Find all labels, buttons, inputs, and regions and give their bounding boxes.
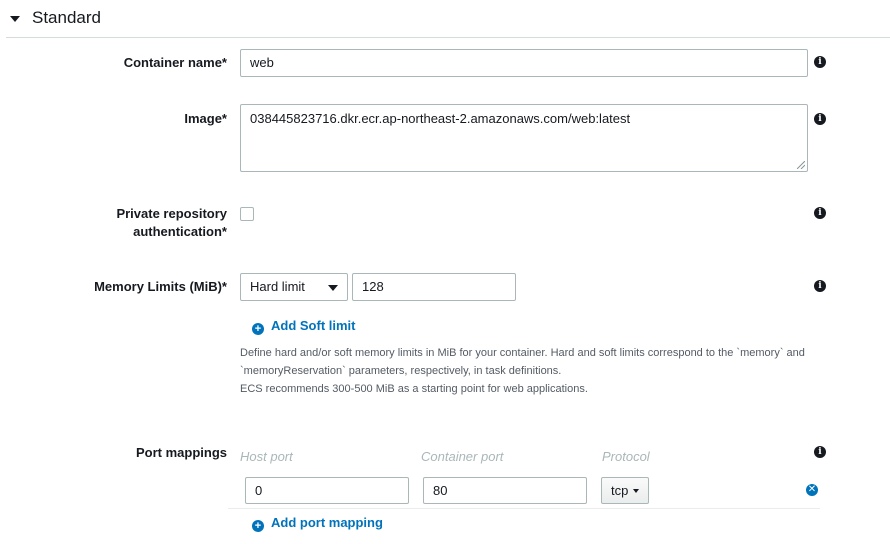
host-port-input[interactable]: 0 (245, 477, 409, 504)
container-definition-form: Standard Container name* web i Image* 03… (0, 0, 890, 544)
plus-circle-icon: + (252, 323, 264, 335)
memory-help-line2: `memoryReservation` parameters, respecti… (240, 365, 562, 377)
image-label: Image* (184, 111, 227, 126)
container-port-input[interactable]: 80 (423, 477, 587, 504)
memory-limits-label: Memory Limits (MiB)* (94, 279, 227, 294)
caret-down-icon[interactable] (10, 16, 20, 22)
memory-help-line3: ECS recommends 300-500 MiB as a starting… (240, 383, 588, 395)
add-port-mapping-button[interactable]: + Add port mapping (252, 515, 383, 532)
info-icon[interactable]: i (814, 56, 826, 68)
section-title: Standard (32, 8, 101, 27)
section-header-standard[interactable]: Standard (0, 0, 890, 38)
private-repo-label-line1: Private repository (116, 206, 227, 221)
add-soft-limit-label: Add Soft limit (271, 318, 356, 333)
container-name-label: Container name* (123, 55, 227, 70)
resize-grip-icon[interactable] (797, 161, 805, 169)
memory-help-text: Define hard and/or soft memory limits in… (240, 344, 805, 398)
add-soft-limit-button[interactable]: + Add Soft limit (252, 318, 356, 335)
plus-circle-icon: + (252, 520, 264, 532)
image-textarea[interactable]: 038445823716.dkr.ecr.ap-northeast-2.amaz… (240, 104, 808, 172)
port-mappings-label: Port mappings (135, 445, 227, 460)
add-port-mapping-label: Add port mapping (271, 515, 383, 530)
info-icon[interactable]: i (814, 446, 826, 458)
protocol-select[interactable]: tcp (601, 477, 650, 504)
protocol-value: tcp (611, 483, 629, 498)
container-name-input[interactable]: web (240, 49, 808, 77)
chevron-down-icon (633, 489, 640, 493)
memory-limit-type-select[interactable]: Hard limit (240, 273, 348, 301)
host-port-header: Host port (240, 449, 293, 464)
protocol-header: Protocol (602, 449, 650, 464)
section-divider (6, 37, 890, 38)
memory-help-line1: Define hard and/or soft memory limits in… (240, 347, 805, 359)
image-value: 038445823716.dkr.ecr.ap-northeast-2.amaz… (250, 111, 631, 126)
container-port-header: Container port (421, 449, 504, 464)
chevron-down-icon (328, 285, 338, 291)
memory-limit-input[interactable]: 128 (352, 273, 516, 301)
memory-limit-type-value: Hard limit (250, 279, 305, 294)
info-icon[interactable]: i (814, 207, 826, 219)
private-repo-checkbox[interactable] (240, 207, 254, 221)
private-repo-label-line2: authentication* (133, 224, 227, 239)
info-icon[interactable]: i (814, 280, 826, 292)
port-mapping-row-divider (228, 508, 820, 509)
close-circle-icon[interactable]: ✕ (806, 484, 818, 496)
info-icon[interactable]: i (814, 113, 826, 125)
